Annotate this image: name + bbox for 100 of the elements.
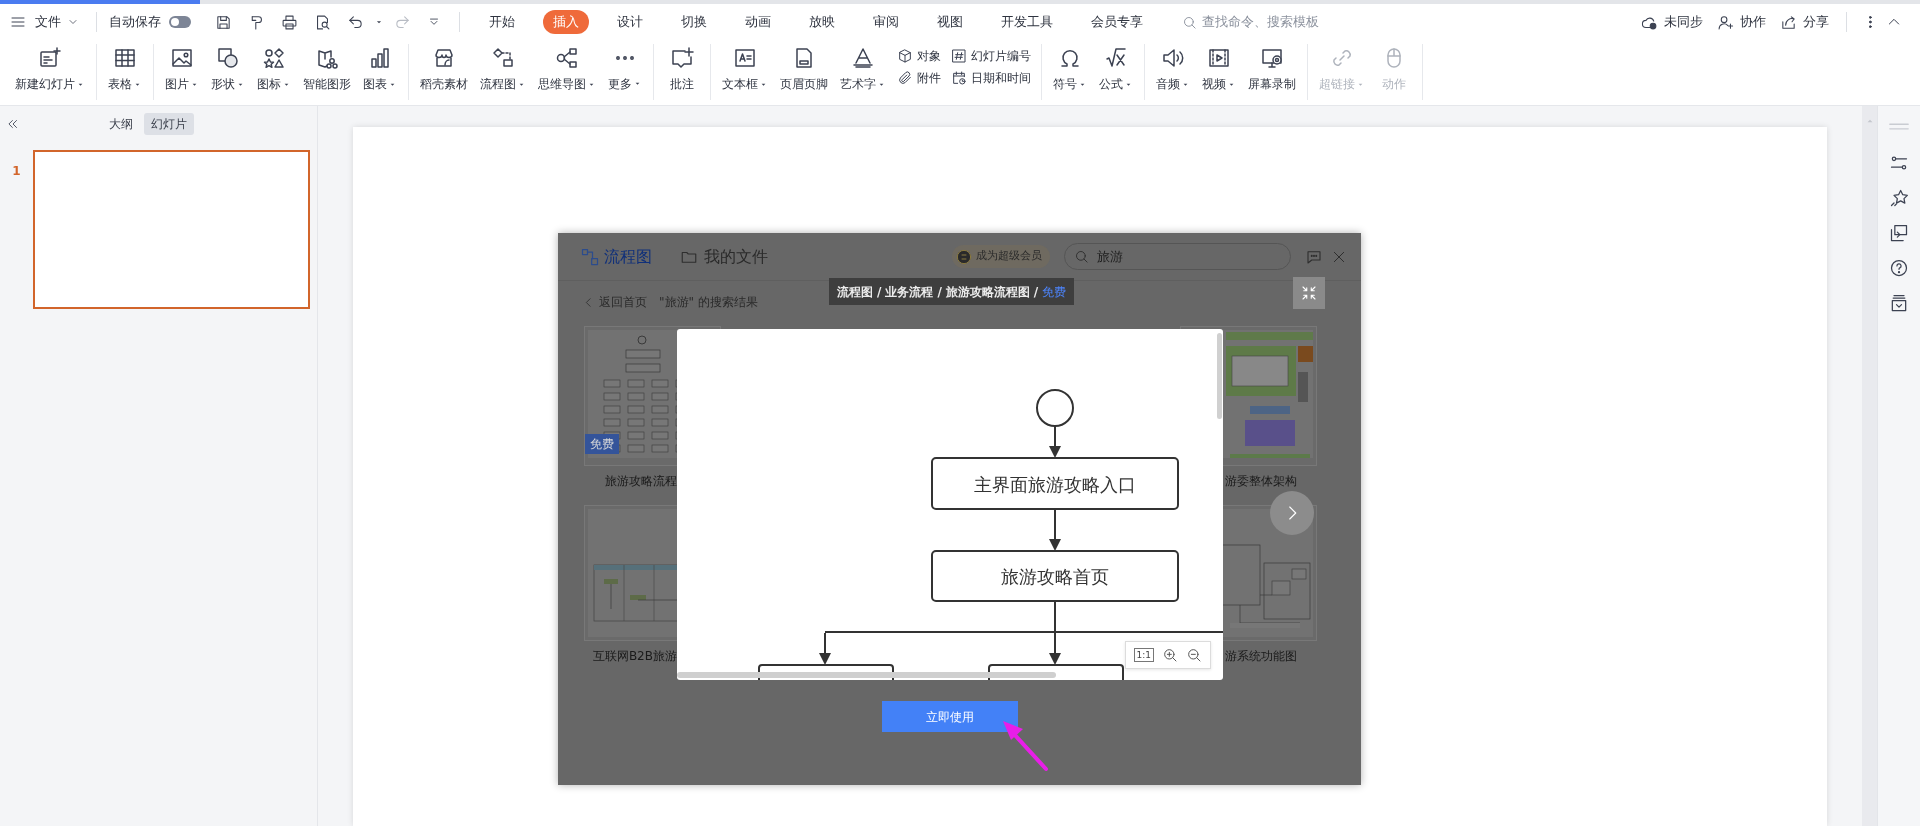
scrollbar[interactable]: [1862, 106, 1877, 826]
ribbon-button[interactable]: 批注: [660, 44, 704, 95]
breadcrumb-tooltip: 流程图 / 业务流程 / 旅游攻略流程图 / 免费: [829, 278, 1075, 305]
collapse-panel-icon[interactable]: [6, 117, 20, 131]
ribbon-button[interactable]: 视频: [1197, 44, 1241, 95]
screen-record-icon: [1260, 46, 1284, 70]
star-icon[interactable]: [1889, 188, 1909, 208]
ribbon-tab[interactable]: 会员专享: [1081, 10, 1153, 34]
store-icon: [432, 46, 456, 70]
ribbon-tab[interactable]: 审阅: [863, 10, 909, 34]
word-art-icon: [851, 46, 875, 70]
ribbon-button[interactable]: 符号: [1048, 44, 1092, 95]
ribbon-button[interactable]: 表格: [103, 44, 147, 95]
template-title: 游系统功能图: [1225, 648, 1297, 665]
template-title: 互联网B2B旅游: [591, 648, 677, 665]
exit-fullscreen-button[interactable]: [1293, 277, 1325, 309]
process-node[interactable]: 旅游攻略首页: [931, 550, 1179, 602]
mind-map-icon: [555, 46, 579, 70]
archive-icon[interactable]: [1889, 293, 1909, 313]
slide-number-icon: [951, 48, 967, 64]
search-field[interactable]: 查找命令、搜索模板: [1200, 11, 1330, 33]
ribbon-tab[interactable]: 开发工具: [991, 10, 1063, 34]
start-node[interactable]: [1036, 389, 1074, 427]
paperclip-icon: [897, 70, 913, 86]
flow-arrow: [1049, 426, 1061, 458]
scrollbar[interactable]: [677, 672, 1056, 678]
ribbon-button[interactable]: 幻灯片编号: [947, 46, 1035, 66]
ribbon-button[interactable]: 流程图: [475, 44, 531, 95]
autosave-toggle[interactable]: [169, 16, 191, 28]
ribbon-tab[interactable]: 动画: [735, 10, 781, 34]
zoom-in-icon[interactable]: [1162, 647, 1178, 663]
flowchart-icon: [491, 46, 515, 70]
calendar-clock-icon: [951, 70, 967, 86]
screens-icon[interactable]: [1889, 223, 1909, 243]
new-slide-icon: [38, 46, 62, 70]
sync-button[interactable]: 未同步: [1636, 10, 1709, 34]
ribbon-button[interactable]: 对象: [893, 46, 945, 66]
collaborate-button[interactable]: 协作: [1712, 10, 1772, 34]
share-button[interactable]: 分享: [1775, 10, 1835, 34]
speaker-icon: [1161, 46, 1185, 70]
more-icon[interactable]: [1869, 16, 1872, 28]
undo-icon[interactable]: [347, 13, 364, 31]
template-title: 旅游攻略流程: [604, 473, 677, 490]
panel-tab[interactable]: 大纲: [102, 113, 140, 135]
ribbon-button[interactable]: 图标: [252, 44, 296, 95]
slide-number: 1: [11, 163, 22, 180]
slide-thumbnail[interactable]: [33, 150, 310, 309]
search-icon: [1074, 249, 1089, 264]
file-menu[interactable]: 文件: [30, 10, 84, 34]
ribbon-button[interactable]: 页眉页脚: [775, 44, 833, 95]
flowchart-icon: [580, 246, 600, 267]
table-icon: [113, 46, 137, 70]
ribbon-button[interactable]: 智能图形: [298, 44, 356, 95]
ribbon-button[interactable]: 形状: [206, 44, 250, 95]
ribbon-button[interactable]: 思维导图: [533, 44, 601, 95]
ribbon-button[interactable]: 稻壳素材: [415, 44, 473, 95]
ribbon-button[interactable]: 文本框: [717, 44, 773, 95]
cube-icon: [897, 48, 913, 64]
ribbon-button[interactable]: 新建幻灯片: [10, 44, 90, 95]
ribbon-button[interactable]: 艺术字: [835, 44, 891, 95]
panel-tab[interactable]: 幻灯片: [144, 113, 194, 135]
template-title: 游委整体架构: [1225, 473, 1297, 490]
coin-icon: [956, 248, 972, 265]
help-icon[interactable]: [1889, 258, 1909, 278]
use-now-button[interactable]: 立即使用: [882, 701, 1018, 732]
shapes-icon: [216, 46, 240, 70]
ribbon-button[interactable]: 公式: [1094, 44, 1138, 95]
zoom-out-icon[interactable]: [1186, 647, 1202, 663]
search-icon[interactable]: [1182, 14, 1197, 30]
ribbon-button[interactable]: 音频: [1151, 44, 1195, 95]
ribbon-tab[interactable]: 切换: [671, 10, 717, 34]
ribbon-button[interactable]: 日期和时间: [947, 68, 1035, 88]
ribbon-tab[interactable]: 开始: [479, 10, 525, 34]
ribbon-tab[interactable]: 放映: [799, 10, 845, 34]
ribbon-tab[interactable]: 设计: [607, 10, 653, 34]
flow-arrow: [1049, 509, 1061, 551]
save-icon[interactable]: [215, 13, 232, 31]
formula-icon: [1104, 46, 1128, 70]
ribbon-tab[interactable]: 视图: [927, 10, 973, 34]
free-badge: 免费: [585, 434, 619, 454]
print-icon[interactable]: [281, 13, 298, 31]
annotation-arrow: [1003, 721, 1048, 771]
autosave-label: 自动保存: [109, 13, 161, 32]
ribbon-button[interactable]: 图表: [358, 44, 402, 95]
ribbon-button[interactable]: 更多: [603, 44, 647, 95]
add-user-icon: [1717, 13, 1735, 31]
ribbon-button[interactable]: 附件: [893, 68, 945, 88]
process-node[interactable]: 主界面旅游攻略入口: [931, 457, 1179, 510]
ribbon-button[interactable]: 图片: [160, 44, 204, 95]
flow-arrow: [1049, 601, 1061, 665]
icons-icon: [262, 46, 286, 70]
text-box-icon: [733, 46, 757, 70]
chart-icon: [368, 46, 392, 70]
compress-icon: [1300, 284, 1318, 302]
image-icon: [170, 46, 194, 70]
ribbon-button[interactable]: 屏幕录制: [1243, 44, 1301, 95]
scrollbar[interactable]: [1217, 333, 1222, 419]
actual-size-button[interactable]: 1:1: [1133, 648, 1154, 662]
menu-icon[interactable]: [10, 14, 26, 30]
print-preview-icon[interactable]: [314, 13, 331, 31]
